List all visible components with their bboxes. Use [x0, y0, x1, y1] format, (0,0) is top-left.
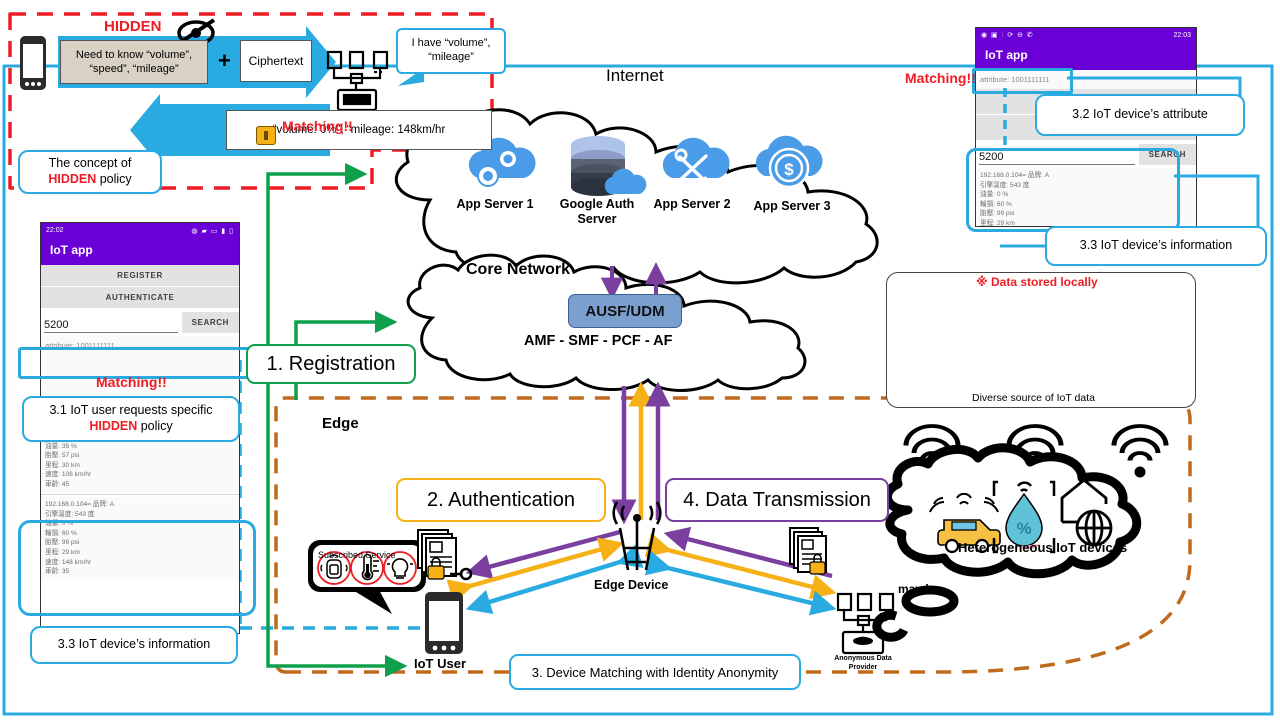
subscribed-service-label: Subscribed Service [318, 550, 396, 560]
app-server-3-label: App Server 3 [753, 199, 831, 213]
matching-label-right: Matching!! [905, 70, 976, 86]
diagram-canvas: % $ HIDDEN Need to know “volume”, “speed… [0, 0, 1280, 720]
callout-3-3-right: 3.3 IoT device’s information [1045, 226, 1267, 266]
callout-3-3-left: 3.3 IoT device’s information [30, 626, 238, 664]
step-4-data-transmission: 4. Data Transmission [665, 478, 889, 522]
highlight-left-device-info [18, 520, 256, 616]
step-1-registration: 1. Registration [246, 344, 416, 384]
core-functions-label: AMF - SMF - PCF - AF [524, 333, 673, 349]
i-have-bubble: I have “volume”, “mileage” [396, 28, 506, 74]
step-2-authentication: 2. Authentication [396, 478, 606, 522]
highlight-right-attribute [972, 68, 1073, 94]
callout-3-1: 3.1 IoT user requests specific HIDDEN pol… [22, 396, 240, 442]
lock-icon [256, 126, 276, 145]
internet-label: Internet [606, 66, 664, 85]
callout-3-2: 3.2 IoT device’s attribute [1035, 94, 1245, 136]
plus-sign: + [218, 48, 231, 73]
need-to-know-box: Need to know “volume”, “speed”, “mileage” [60, 40, 208, 84]
google-auth-server-label: Google Auth Server [559, 197, 635, 226]
step-3-device-matching: 3. Device Matching with Identity Anonymi… [509, 654, 801, 690]
matching-label-left: Matching!! [96, 374, 167, 390]
ciphertext-box: Ciphertext [240, 40, 312, 82]
edge-label: Edge [322, 415, 359, 432]
app-server-2-label: App Server 2 [653, 197, 731, 211]
ausf-udm-box: AUSF/UDM [568, 294, 682, 328]
anonymous-data-provider-label: Anonymous Data Provider [834, 655, 892, 671]
hidden-concept-callout: The concept of HIDDEN policy [18, 150, 162, 194]
edge-device-label: Edge Device [594, 578, 669, 592]
iot-user-label: IoT User [414, 656, 467, 671]
i-have-bubble-text: I have “volume”, “mileage” [411, 37, 491, 63]
hidden-concept-text: The concept of HIDDEN policy [48, 156, 132, 186]
need-to-know-text: Need to know “volume”, “speed”, “mileage” [75, 48, 193, 75]
highlight-right-device-info [966, 148, 1180, 232]
app-server-1-label: App Server 1 [456, 197, 534, 211]
hidden-title: HIDDEN [104, 18, 162, 35]
callout-3-1-text: 3.1 IoT user requests specific HIDDEN pol… [49, 403, 213, 433]
may-be-label: may be… [898, 582, 952, 596]
matching-label-hidden: Matching!! [282, 118, 353, 134]
core-network-label: Core Network [466, 261, 571, 278]
